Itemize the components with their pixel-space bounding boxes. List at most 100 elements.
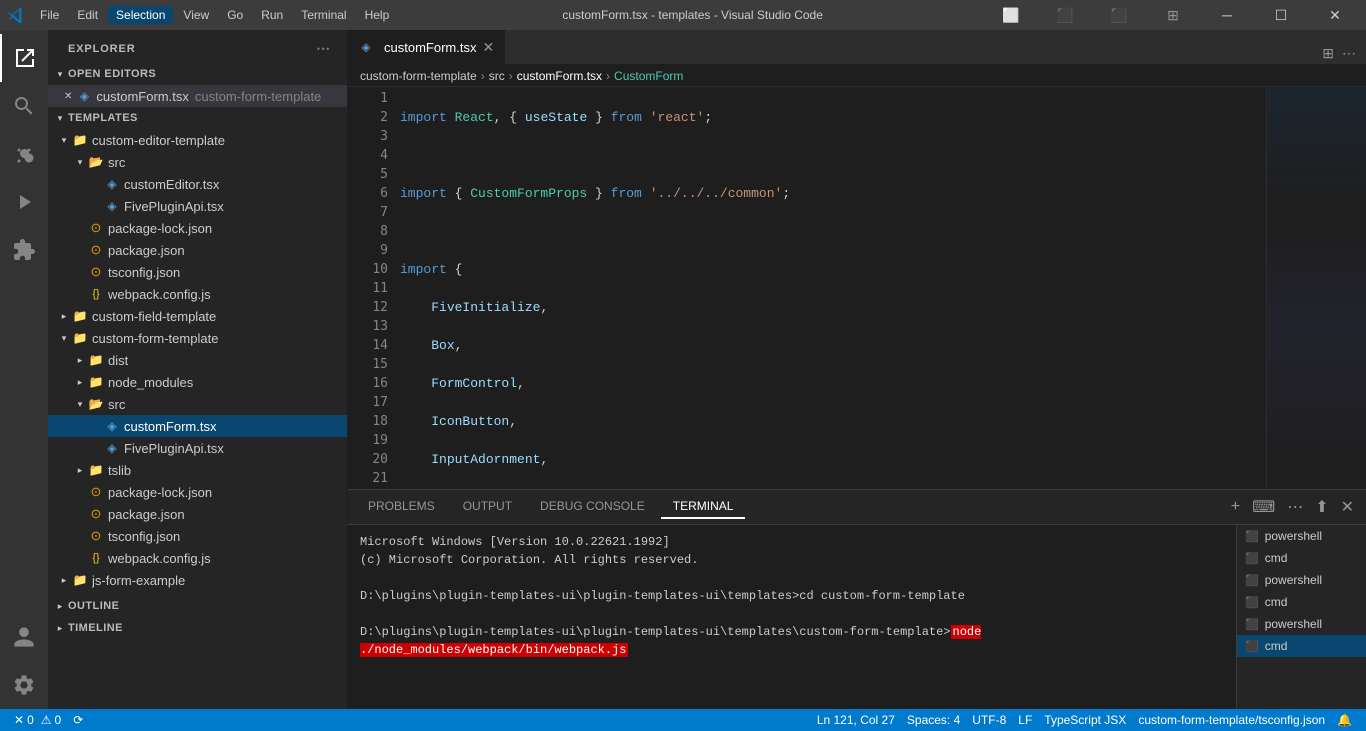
breadcrumb-part-1[interactable]: custom-form-template xyxy=(360,69,477,83)
toggle-sidebar-button[interactable]: ⬜ xyxy=(988,0,1034,30)
code-area[interactable]: 12345 678910 1112131415 1617181920 2122 … xyxy=(348,87,1366,489)
tree-item-customform-tsx[interactable]: ▾ ◈ customForm.tsx xyxy=(48,415,347,437)
status-line-col[interactable]: Ln 121, Col 27 xyxy=(811,713,901,727)
tree-item-node-modules[interactable]: ▸ 📁 node_modules xyxy=(48,371,347,393)
status-eol[interactable]: LF xyxy=(1012,713,1038,727)
menu-go[interactable]: Go xyxy=(219,6,251,24)
timeline-arrow: ▸ xyxy=(52,623,68,634)
toggle-activity-button[interactable]: ⬛ xyxy=(1096,0,1142,30)
activity-search[interactable] xyxy=(0,82,48,130)
status-language[interactable]: TypeScript JSX xyxy=(1038,713,1132,727)
terminal-session-1[interactable]: ⬛ powershell xyxy=(1237,525,1366,547)
maximize-button[interactable]: ☐ xyxy=(1258,0,1304,30)
terminal-session-icon: ⬛ xyxy=(1245,574,1259,587)
json-file-icon: ⊙ xyxy=(88,264,104,280)
status-bell[interactable]: 🔔 xyxy=(1331,713,1358,727)
breadcrumb-part-2[interactable]: src xyxy=(489,69,505,83)
status-branch[interactable]: ⟳ xyxy=(67,713,89,727)
maximize-panel-button[interactable]: ⬆ xyxy=(1311,495,1332,519)
statusbar: ✕ 0 ⚠ 0 ⟳ Ln 121, Col 27 Spaces: 4 UTF-8… xyxy=(0,709,1366,731)
tree-item-dist[interactable]: ▸ 📁 dist xyxy=(48,349,347,371)
tree-label: js-form-example xyxy=(92,573,185,588)
menu-selection[interactable]: Selection xyxy=(108,6,173,24)
terminal-line-5 xyxy=(360,605,1224,623)
close-file-icon[interactable]: ✕ xyxy=(64,91,72,102)
terminal-session-3[interactable]: ⬛ powershell xyxy=(1237,569,1366,591)
minimize-button[interactable]: ─ xyxy=(1204,0,1250,30)
activity-source-control[interactable] xyxy=(0,130,48,178)
breadcrumb-part-3[interactable]: customForm.tsx xyxy=(517,69,602,83)
activity-account[interactable] xyxy=(0,613,48,661)
more-panel-actions[interactable]: ⋯ xyxy=(1283,495,1307,519)
split-terminal-button[interactable]: ⌨ xyxy=(1248,495,1279,519)
tree-item-custom-field-template[interactable]: ▸ 📁 custom-field-template xyxy=(48,305,347,327)
tree-item-tsconfig-1[interactable]: ▾ ⊙ tsconfig.json xyxy=(48,261,347,283)
close-panel-button[interactable]: ✕ xyxy=(1337,495,1358,519)
tree-item-package-2[interactable]: ▾ ⊙ package.json xyxy=(48,503,347,525)
menu-view[interactable]: View xyxy=(175,6,217,24)
activity-settings[interactable] xyxy=(0,661,48,709)
timeline-section[interactable]: ▸ TIMELINE xyxy=(48,617,347,639)
open-editors-section[interactable]: ▾ OPEN EDITORS xyxy=(48,63,347,85)
close-button[interactable]: ✕ xyxy=(1312,0,1358,30)
terminal-content[interactable]: Microsoft Windows [Version 10.0.22621.19… xyxy=(348,525,1236,709)
terminal-session-2[interactable]: ⬛ cmd xyxy=(1237,547,1366,569)
terminal-session-label: powershell xyxy=(1265,529,1322,543)
status-project[interactable]: custom-form-template/tsconfig.json xyxy=(1132,713,1331,727)
tab-close-icon[interactable]: ✕ xyxy=(482,39,494,56)
split-editor-icon[interactable]: ⊞ xyxy=(1320,43,1336,64)
tsx-file-icon: ◈ xyxy=(104,176,120,192)
layout-button[interactable]: ⊞ xyxy=(1150,0,1196,30)
menu-run[interactable]: Run xyxy=(253,6,291,24)
tree-item-tsconfig-2[interactable]: ▾ ⊙ tsconfig.json xyxy=(48,525,347,547)
tree-item-js-form-example[interactable]: ▸ 📁 js-form-example xyxy=(48,569,347,591)
tree-item-src-2[interactable]: ▾ 📂 src xyxy=(48,393,347,415)
folder-icon: 📁 xyxy=(72,330,88,346)
tab-customform[interactable]: ◈ customForm.tsx ✕ xyxy=(348,30,505,64)
sidebar-tree: ▾ OPEN EDITORS ✕ ◈ customForm.tsx custom… xyxy=(48,63,347,709)
tree-item-package-lock-1[interactable]: ▾ ⊙ package-lock.json xyxy=(48,217,347,239)
panel-tab-problems[interactable]: PROBLEMS xyxy=(356,495,447,519)
status-encoding[interactable]: UTF-8 xyxy=(966,713,1012,727)
activity-run-debug[interactable] xyxy=(0,178,48,226)
more-actions-icon[interactable]: ⋯ xyxy=(1340,43,1358,64)
folder-src-icon: 📂 xyxy=(88,154,104,170)
activity-extensions[interactable] xyxy=(0,226,48,274)
menu-terminal[interactable]: Terminal xyxy=(293,6,354,24)
terminal-session-6[interactable]: ⬛ cmd xyxy=(1237,635,1366,657)
tree-item-tslib[interactable]: ▸ 📁 tslib xyxy=(48,459,347,481)
tree-item-package-lock-2[interactable]: ▾ ⊙ package-lock.json xyxy=(48,481,347,503)
panel-tab-terminal[interactable]: TERMINAL xyxy=(661,495,746,519)
menu-file[interactable]: File xyxy=(32,6,67,24)
tree-item-custom-editor-template[interactable]: ▾ 📁 custom-editor-template xyxy=(48,129,347,151)
folder-arrow: ▾ xyxy=(72,399,88,410)
toggle-panel-button[interactable]: ⬛ xyxy=(1042,0,1088,30)
tree-item-custom-form-template[interactable]: ▾ 📁 custom-form-template xyxy=(48,327,347,349)
tree-item-webpack-2[interactable]: ▾ {} webpack.config.js xyxy=(48,547,347,569)
tree-item-fivepluginapi-2[interactable]: ▾ ◈ FivePluginApi.tsx xyxy=(48,437,347,459)
menu-edit[interactable]: Edit xyxy=(69,6,106,24)
tree-item-customeditor-tsx[interactable]: ▾ ◈ customEditor.tsx xyxy=(48,173,347,195)
status-spaces[interactable]: Spaces: 4 xyxy=(901,713,966,727)
code-content[interactable]: import React, { useState } from 'react';… xyxy=(396,87,1266,489)
terminal-session-5[interactable]: ⬛ powershell xyxy=(1237,613,1366,635)
menu-help[interactable]: Help xyxy=(357,6,398,24)
tab-label: customForm.tsx xyxy=(384,40,476,55)
activity-explorer[interactable] xyxy=(0,34,48,82)
tree-item-src-1[interactable]: ▾ 📂 src xyxy=(48,151,347,173)
explorer-title: EXPLORER xyxy=(68,43,136,55)
panel-tab-debug-console[interactable]: DEBUG CONSOLE xyxy=(528,495,657,519)
window-title: customForm.tsx - templates - Visual Stud… xyxy=(397,8,988,22)
add-terminal-button[interactable]: + xyxy=(1227,496,1244,518)
panel-tab-output[interactable]: OUTPUT xyxy=(451,495,524,519)
tree-item-fivepluginapi-1[interactable]: ▾ ◈ FivePluginApi.tsx xyxy=(48,195,347,217)
outline-section[interactable]: ▸ OUTLINE xyxy=(48,595,347,617)
tree-item-package-1[interactable]: ▾ ⊙ package.json xyxy=(48,239,347,261)
open-file-item[interactable]: ✕ ◈ customForm.tsx custom-form-template xyxy=(48,85,347,107)
new-file-button[interactable]: ⋯ xyxy=(312,38,335,59)
breadcrumb-part-4[interactable]: CustomForm xyxy=(614,69,683,83)
templates-section[interactable]: ▾ TEMPLATES xyxy=(48,107,347,129)
terminal-session-4[interactable]: ⬛ cmd xyxy=(1237,591,1366,613)
tree-item-webpack-1[interactable]: ▾ {} webpack.config.js xyxy=(48,283,347,305)
status-errors[interactable]: ✕ 0 ⚠ 0 xyxy=(8,713,67,727)
